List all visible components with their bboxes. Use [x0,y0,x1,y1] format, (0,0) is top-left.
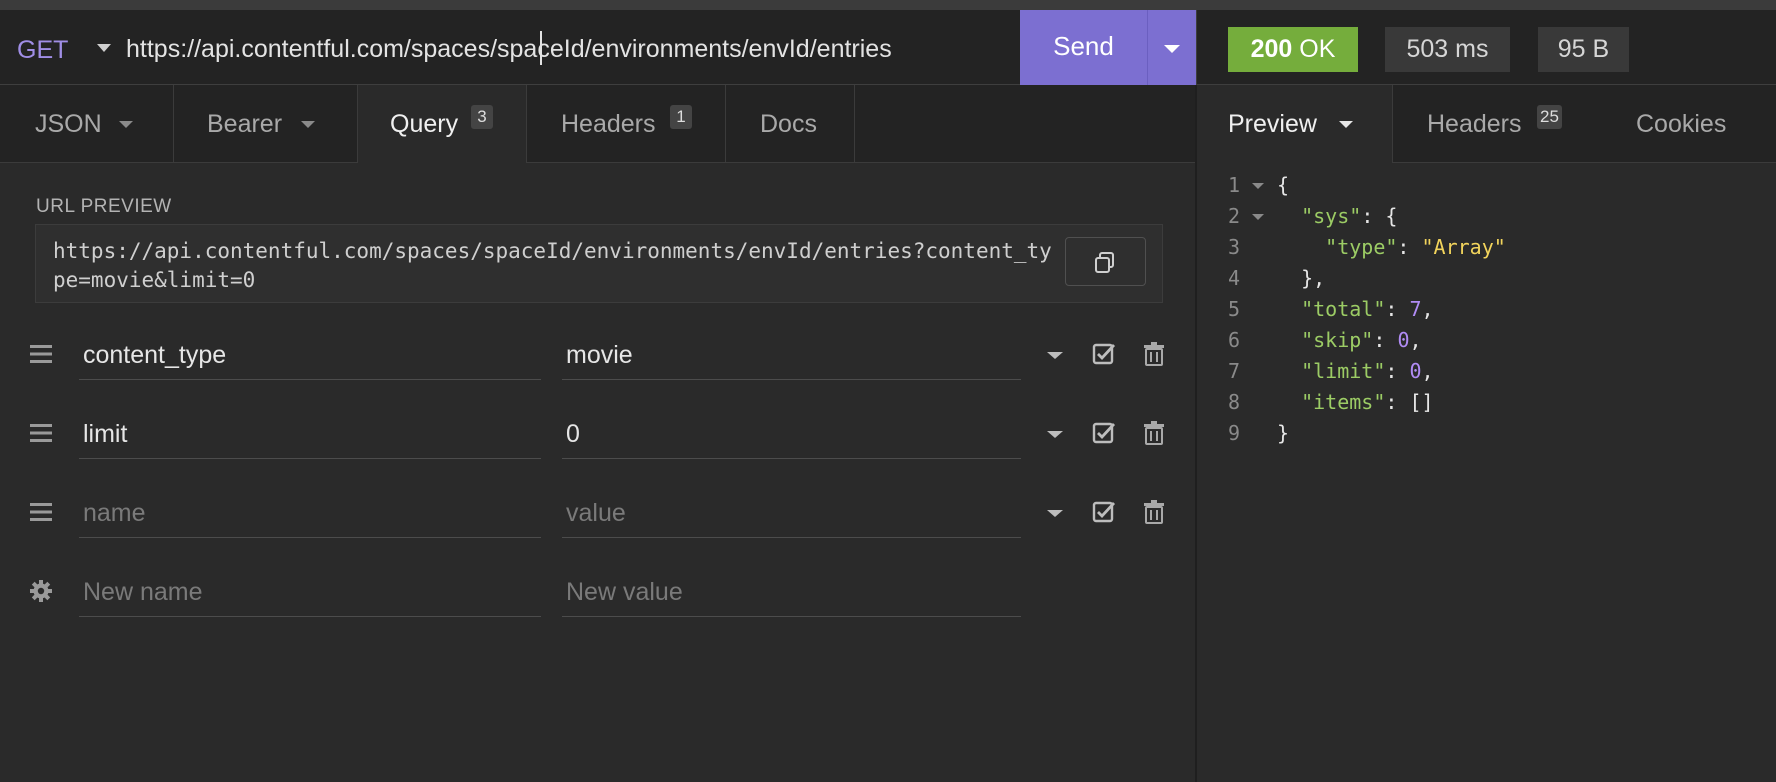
tab-label: Cookies [1636,110,1727,138]
response-time-badge: 503 ms [1385,27,1510,72]
line-number: 8 [1227,390,1240,414]
tab-underline [0,162,358,163]
tab-headers[interactable]: Headers 1 [527,85,726,163]
code-line: "sys": { [1301,204,1398,228]
url-preview-box: https://api.contentful.com/spaces/spaceI… [35,224,1163,303]
chevron-down-icon[interactable] [1047,431,1063,438]
gear-icon[interactable] [29,579,53,603]
tab-badge: 25 [1537,105,1562,129]
tab-response-headers[interactable]: Headers 25 [1393,85,1595,163]
copy-url-button[interactable] [1065,237,1146,286]
tab-label: Bearer [207,110,283,138]
tab-query[interactable]: Query 3 [357,85,527,163]
tab-underline [1393,162,1776,163]
chevron-down-icon [1164,45,1180,53]
drag-handle-icon[interactable] [29,421,53,445]
checkbox-checked-icon[interactable] [1092,500,1116,524]
response-size-badge: 95 B [1538,27,1629,72]
tab-preview[interactable]: Preview [1197,85,1393,163]
tab-badge: 1 [670,105,692,129]
fold-toggle-icon[interactable] [1252,214,1264,220]
param-name-input[interactable]: content_type [79,330,541,380]
url-preview-label: URL PREVIEW [36,196,172,217]
code-line: { [1277,173,1290,197]
line-number: 2 [1227,204,1240,228]
tab-label: Headers [561,110,656,138]
top-edge [0,0,1776,10]
tab-docs[interactable]: Docs [726,85,855,163]
new-param-value-input[interactable]: New value [562,567,1021,617]
param-value-input[interactable]: value [562,488,1021,538]
param-value-input[interactable]: 0 [562,409,1021,459]
url-input[interactable]: https://api.contentful.com/spaces/spaceI… [126,35,892,64]
code-line: } [1277,421,1290,445]
status-badge: 200 OK [1228,27,1358,72]
drag-handle-icon[interactable] [29,342,53,366]
request-tabs: JSON Bearer Query 3 Headers 1 Docs [0,85,1196,163]
fold-toggle-icon[interactable] [1252,183,1264,189]
chevron-down-icon [1339,121,1353,128]
line-number: 6 [1227,328,1240,352]
new-param-name-input[interactable]: New name [79,567,541,617]
tab-cookies[interactable]: Cookies [1595,85,1776,163]
param-name-input[interactable]: limit [79,409,541,459]
response-tabs: Preview Headers 25 Cookies [1197,85,1776,163]
code-line: "limit": 0, [1301,359,1434,383]
drag-handle-icon[interactable] [29,500,53,524]
text-cursor [540,31,542,65]
tab-auth-bearer[interactable]: Bearer [174,85,358,163]
send-dropdown-button[interactable] [1147,10,1196,85]
tab-underline [527,162,1196,163]
trash-icon[interactable] [1143,500,1165,524]
line-number: 7 [1227,359,1240,383]
line-number: 3 [1227,235,1240,259]
code-line: "type": "Array" [1325,235,1506,259]
line-number: 1 [1227,173,1240,197]
code-line: "total": 7, [1301,297,1434,321]
url-preview-text: https://api.contentful.com/spaces/spaceI… [53,239,1052,292]
chevron-down-icon[interactable] [1047,352,1063,359]
chevron-down-icon[interactable] [1047,510,1063,517]
query-param-row-empty: name value [0,488,1196,566]
trash-icon[interactable] [1143,342,1165,366]
query-param-row: content_type movie [0,330,1196,408]
tab-label: Preview [1228,110,1317,138]
tab-label: JSON [35,110,102,138]
code-line: }, [1277,266,1326,290]
status-text: OK [1299,35,1336,63]
method-select[interactable]: GET [17,36,68,65]
line-number: 9 [1227,421,1240,445]
query-param-row: limit 0 [0,409,1196,487]
tab-label: Headers [1427,110,1522,138]
pane-divider[interactable] [1195,85,1197,782]
tab-badge: 3 [471,105,493,129]
tab-body-json[interactable]: JSON [0,85,174,163]
checkbox-checked-icon[interactable] [1092,342,1116,366]
chevron-down-icon [119,121,133,128]
chevron-down-icon [301,121,315,128]
copy-icon [1095,252,1114,273]
code-line: "items": [] [1301,390,1434,414]
tab-label: Docs [760,110,817,138]
line-number: 5 [1227,297,1240,321]
tab-label: Query [390,110,459,138]
response-status-bar: 200 OK 503 ms 95 B [1196,10,1776,85]
new-param-row: New name New value [0,567,1196,645]
trash-icon[interactable] [1143,421,1165,445]
param-name-input[interactable]: name [79,488,541,538]
chevron-down-icon[interactable] [97,44,111,52]
param-value-input[interactable]: movie [562,330,1021,380]
send-button[interactable]: Send [1020,10,1147,85]
request-url-bar: GET https://api.contentful.com/spaces/sp… [0,10,1196,85]
checkbox-checked-icon[interactable] [1092,421,1116,445]
line-number: 4 [1227,266,1240,290]
status-code: 200 [1250,35,1293,63]
code-line: "skip": 0, [1301,328,1422,352]
